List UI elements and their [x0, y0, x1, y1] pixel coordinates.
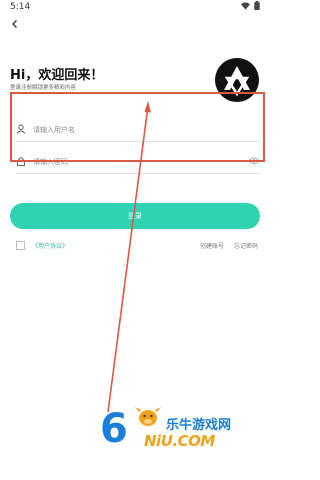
agreement-checkbox[interactable] — [16, 241, 25, 250]
wifi-icon — [241, 1, 250, 10]
forgot-password-link[interactable]: 忘记密码 — [234, 241, 258, 250]
battery-icon — [254, 1, 260, 10]
page-subtitle: 登录注册解锁更多精彩内容 — [10, 85, 77, 91]
status-bar: 5:14 — [0, 0, 270, 14]
login-button[interactable]: 登录 — [10, 203, 260, 229]
cow-mascot-icon — [135, 407, 161, 426]
page-title: Hi，欢迎回来！ — [10, 68, 104, 83]
watermark-english: NiU.COM — [144, 432, 215, 450]
back-arrow-icon — [12, 20, 17, 28]
create-account-link[interactable]: 创建账号 — [200, 241, 224, 250]
status-time: 5:14 — [10, 2, 31, 12]
footer-links: 创建账号 忘记密码 — [200, 241, 258, 250]
highlight-box — [10, 92, 265, 162]
back-button[interactable] — [8, 18, 22, 32]
agreement-row[interactable]: 《用户协议》 — [16, 241, 68, 250]
watermark: 6 乐牛游戏网 NiU.COM — [100, 404, 250, 464]
watermark-digit: 6 — [100, 406, 128, 452]
status-icons — [241, 1, 260, 10]
user-agreement-link[interactable]: 《用户协议》 — [32, 241, 68, 250]
watermark-chinese: 乐牛游戏网 — [166, 418, 232, 433]
